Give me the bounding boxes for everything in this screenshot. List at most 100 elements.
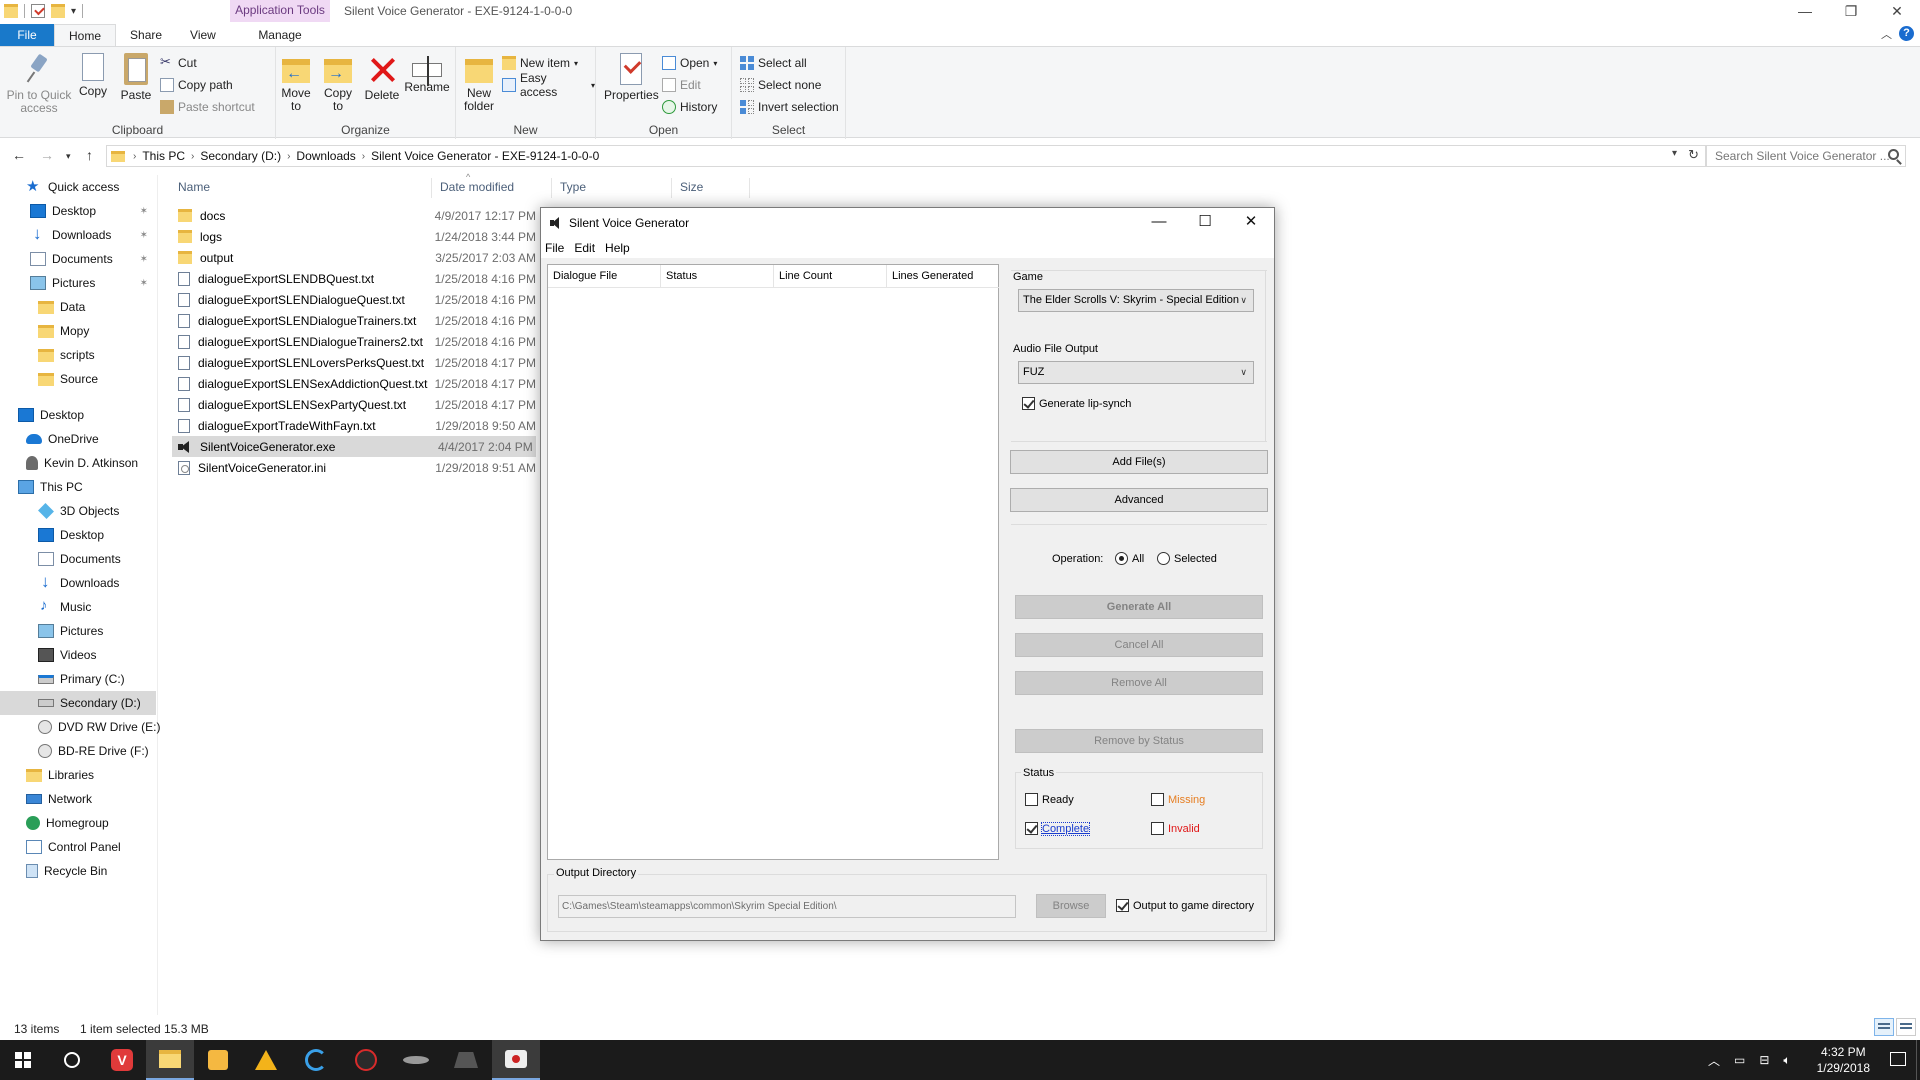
status-ready-checkbox[interactable]: Ready [1025, 793, 1074, 806]
breadcrumb-current-folder[interactable]: Silent Voice Generator - EXE-9124-1-0-0-… [365, 149, 605, 163]
properties-button[interactable]: Properties [604, 53, 659, 102]
menu-help[interactable]: Help [600, 238, 635, 258]
restore-icon[interactable]: ❐ [1828, 0, 1874, 24]
recent-locations-icon[interactable]: ▾ [66, 151, 71, 162]
tab-view[interactable]: View [176, 24, 230, 46]
nav-item[interactable]: Music [0, 595, 156, 619]
cancel-all-button[interactable]: Cancel All [1015, 633, 1263, 657]
new-folder-button[interactable]: New folder [456, 53, 502, 113]
file-row[interactable]: SilentVoiceGenerator.ini 1/29/2018 9:51 A… [172, 457, 536, 478]
operation-all-radio[interactable]: All [1115, 552, 1144, 565]
file-row[interactable]: dialogueExportSLENDBQuest.txt 1/25/2018 4… [172, 268, 536, 289]
column-line-count[interactable]: Line Count [774, 265, 887, 288]
nav-item[interactable]: DVD RW Drive (E:) [0, 715, 160, 739]
remove-by-status-button[interactable]: Remove by Status [1015, 729, 1263, 753]
breadcrumb-this-pc[interactable]: This PC [136, 149, 191, 163]
properties-icon[interactable] [31, 4, 45, 18]
network-icon[interactable]: ⊟ [1759, 1053, 1769, 1067]
paste-button[interactable]: Paste [118, 53, 154, 102]
file-row[interactable]: logs 1/24/2018 3:44 PM [172, 226, 536, 247]
file-row[interactable]: dialogueExportSLENDialogueTrainers2.txt 1… [172, 331, 536, 352]
column-status[interactable]: Status [661, 265, 774, 288]
back-arrow-icon[interactable]: ← [12, 147, 26, 163]
new-item-button[interactable]: New item ▾ [502, 54, 578, 72]
cortana-button[interactable] [48, 1040, 96, 1080]
operation-selected-radio[interactable]: Selected [1157, 552, 1217, 565]
nav-item[interactable]: Documents ✶ [0, 247, 156, 271]
column-dialogue-file[interactable]: Dialogue File [548, 265, 661, 288]
file-row[interactable]: docs 4/9/2017 12:17 PM [172, 205, 536, 226]
minimize-icon[interactable]: — [1782, 0, 1828, 24]
nav-item[interactable]: Documents [0, 547, 156, 571]
column-lines-generated[interactable]: Lines Generated [887, 265, 999, 288]
file-row[interactable]: dialogueExportSLENLoversPerksQuest.txt 1/… [172, 352, 536, 373]
nav-item[interactable]: Secondary (D:) [0, 691, 156, 715]
column-size[interactable]: Size [672, 178, 750, 198]
action-center-icon[interactable] [1890, 1052, 1906, 1066]
tab-share[interactable]: Share [116, 24, 176, 46]
column-type[interactable]: Type [552, 178, 672, 198]
game-select[interactable]: The Elder Scrolls V: Skyrim - Special Ed… [1018, 289, 1254, 312]
nav-item[interactable]: Recycle Bin [0, 859, 156, 883]
customize-toolbar-icon[interactable]: ▾ [71, 6, 76, 17]
close-icon[interactable]: ✕ [1874, 0, 1920, 24]
svg-close-icon[interactable]: ✕ [1228, 208, 1274, 238]
new-folder-icon[interactable] [51, 4, 65, 18]
taskbar-triangle-app[interactable] [242, 1040, 290, 1080]
rename-button[interactable]: Rename [404, 53, 450, 94]
taskbar-file-explorer[interactable] [146, 1040, 194, 1080]
help-icon[interactable]: ? [1899, 26, 1914, 41]
svg-maximize-icon[interactable]: ☐ [1182, 208, 1228, 238]
taskbar-gear-app[interactable] [442, 1040, 490, 1080]
select-none-button[interactable]: Select none [740, 76, 821, 94]
nav-item[interactable]: Desktop [0, 403, 156, 427]
nav-item[interactable]: Libraries [0, 763, 156, 787]
generate-lip-synch-checkbox[interactable]: Generate lip-synch [1022, 397, 1131, 410]
invert-selection-button[interactable]: Invert selection [740, 98, 839, 116]
remove-all-button[interactable]: Remove All [1015, 671, 1263, 695]
nav-item[interactable]: 3D Objects [0, 499, 156, 523]
status-invalid-checkbox[interactable]: Invalid [1151, 822, 1200, 835]
nav-item[interactable]: Quick access [0, 175, 156, 199]
file-row[interactable]: output 3/25/2017 2:03 AM [172, 247, 536, 268]
column-date-modified[interactable]: Date modified [432, 178, 552, 198]
nav-item[interactable]: Desktop ✶ [0, 199, 156, 223]
taskbar-vivaldi[interactable]: V [98, 1040, 146, 1080]
nav-item[interactable]: scripts [0, 343, 156, 367]
nav-item[interactable]: Downloads ✶ [0, 223, 156, 247]
status-complete-checkbox[interactable]: Complete [1025, 821, 1091, 836]
taskbar-silent-voice-generator[interactable] [492, 1040, 540, 1080]
file-row[interactable]: dialogueExportSLENSexPartyQuest.txt 1/25/… [172, 394, 536, 415]
search-input[interactable]: Search Silent Voice Generator ... [1706, 145, 1906, 167]
copy-button[interactable]: Copy [76, 53, 110, 98]
tab-file[interactable]: File [0, 24, 54, 46]
up-arrow-icon[interactable]: ↑ [86, 147, 93, 163]
taskbar-clock[interactable]: 4:32 PM 1/29/2018 [1817, 1044, 1870, 1076]
menu-file[interactable]: File [541, 238, 569, 258]
output-directory-input[interactable]: C:\Games\Steam\steamapps\common\Skyrim S… [558, 895, 1016, 918]
edit-button[interactable]: Edit [662, 76, 701, 94]
copy-to-button[interactable]: Copy to [318, 53, 358, 113]
status-missing-checkbox[interactable]: Missing [1151, 793, 1205, 806]
cut-button[interactable]: Cut [160, 54, 197, 72]
breadcrumb-secondary-d[interactable]: Secondary (D:) [194, 149, 287, 163]
nav-item[interactable]: Data [0, 295, 156, 319]
nav-item[interactable]: Videos [0, 643, 156, 667]
browse-button[interactable]: Browse [1036, 894, 1106, 918]
chevron-up-icon[interactable]: ︿ [1708, 1052, 1720, 1069]
nav-item[interactable]: Source [0, 367, 156, 391]
taskbar-ship-app[interactable] [392, 1040, 440, 1080]
chevron-down-icon[interactable]: ▾ [1672, 148, 1677, 159]
select-all-button[interactable]: Select all [740, 54, 807, 72]
history-button[interactable]: History [662, 98, 717, 116]
nav-item[interactable]: Downloads [0, 571, 156, 595]
file-row[interactable]: dialogueExportSLENDialogueTrainers.txt 1/… [172, 310, 536, 331]
file-row[interactable]: dialogueExportTradeWithFayn.txt 1/29/2018… [172, 415, 536, 436]
breadcrumb-downloads[interactable]: Downloads [290, 149, 361, 163]
nav-item[interactable]: Control Panel [0, 835, 156, 859]
pin-to-quick-access-button[interactable]: Pin to Quick access [4, 53, 74, 115]
delete-button[interactable]: Delete [362, 53, 402, 102]
add-files-button[interactable]: Add File(s) [1010, 450, 1268, 474]
paste-shortcut-button[interactable]: Paste shortcut [160, 98, 255, 116]
start-button[interactable] [0, 1040, 48, 1080]
